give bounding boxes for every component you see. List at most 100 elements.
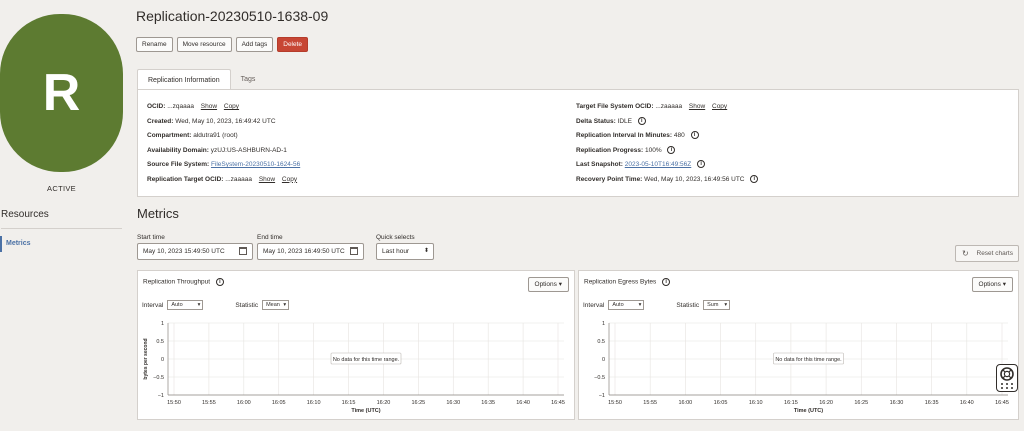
replication-info-panel: OCID: ...zqaaaa Show Copy Created: Wed, … [137,89,1019,197]
recovery-point-row: Recovery Point Time: Wed, May 10, 2023, … [576,174,759,189]
delta-status-label: Delta Status: [576,117,616,125]
calendar-icon[interactable] [239,247,247,255]
ocid-row: OCID: ...zqaaaa Show Copy [147,101,300,116]
interval-value: Auto [612,302,624,308]
chevron-down-icon: ▾ [724,302,728,308]
interval-label: Interval [142,301,164,309]
statistic-label: Statistic [235,301,259,309]
progress-row: Replication Progress: 100% i [576,145,758,160]
x-tick-label: 16:25 [411,400,425,406]
start-time-input[interactable]: May 10, 2023 15:49:50 UTC [137,243,253,260]
target-ocid-label: Replication Target OCID: [147,175,224,183]
statistic-select[interactable]: Mean ▾ [262,300,290,310]
chart-title: Replication Throughput i [143,278,224,286]
y-tick-label: 1 [161,321,164,327]
avatar-letter: R [42,64,81,122]
quick-selects-label: Quick selects [376,234,415,241]
target-fs-ocid-label: Target File System OCID: [576,103,654,110]
sidebar-item-metrics[interactable]: Metrics [0,236,121,252]
quick-selects-select[interactable]: Last hour ⬍ [376,243,434,260]
compartment-value: aldutra91 (root) [193,132,238,139]
ocid-copy-link[interactable]: Copy [224,103,239,110]
y-tick-label: 1 [602,321,605,327]
x-tick-label: 15:50 [608,400,622,406]
rename-button[interactable]: Rename [136,37,173,52]
statistic-select[interactable]: Sum ▾ [703,300,731,310]
interval-label: Replication Interval In Minutes: [576,132,673,139]
info-icon[interactable]: i [662,278,671,286]
x-tick-label: 16:15 [342,400,356,406]
page-title: Replication-20230510-1638-09 [136,8,329,24]
target-fs-ocid-value: ...zaaaaa [655,103,683,110]
lifebuoy-icon [1000,367,1014,389]
y-tick-label: −0.5 [594,375,605,381]
interval-select[interactable]: Auto ▾ [608,300,645,310]
x-axis-label: Time (UTC) [351,408,380,414]
action-bar: Rename Move resource Add tags Delete [136,37,309,52]
source-file-system-link[interactable]: FileSystem-20230510-1624-56 [211,161,300,168]
interval-value: Auto [171,302,183,308]
quick-selects-value: Last hour [382,248,410,255]
delta-status-row: Delta Status: IDLE i [576,116,758,131]
interval-label: Interval [583,301,605,309]
x-tick-label: 15:50 [167,400,181,406]
chart-controls: Interval Auto ▾ Statistic Sum ▾ [583,300,731,310]
target-fs-ocid-copy-link[interactable]: Copy [712,103,727,110]
no-data-message: No data for this time range. [333,357,400,363]
target-ocid-copy-link[interactable]: Copy [282,176,297,183]
add-tags-button[interactable]: Add tags [235,37,274,52]
target-fs-ocid-show-link[interactable]: Show [689,103,705,110]
info-icon[interactable]: i [637,116,646,125]
start-time-value: May 10, 2023 15:49:50 UTC [143,248,225,255]
info-column-right: Target File System OCID: ...zaaaaa Show … [576,101,759,189]
ocid-show-link[interactable]: Show [201,103,217,110]
x-tick-label: 16:05 [272,400,286,406]
tab-tags[interactable]: Tags [231,69,266,90]
info-icon[interactable]: i [750,174,759,183]
created-value: Wed, May 10, 2023, 16:49:42 UTC [175,117,276,125]
delta-status-value: IDLE [617,117,632,125]
options-label: Options [534,281,557,288]
x-tick-label: 16:00 [237,400,251,406]
x-tick-label: 16:20 [819,400,833,406]
target-ocid-show-link[interactable]: Show [259,176,275,183]
interval-row: Replication Interval In Minutes: 480 i [576,130,758,145]
last-snapshot-link[interactable]: 2023-05-10T16:49:56Z [625,161,692,168]
statistic-value: Mean [266,302,280,308]
tab-replication-information[interactable]: Replication Information [137,69,231,90]
end-time-input[interactable]: May 10, 2023 16:49:50 UTC [257,243,364,260]
recovery-point-value: Wed, May 10, 2023, 16:49:56 UTC [644,175,745,183]
chart-title-text: Replication Egress Bytes [584,278,657,286]
end-time-value: May 10, 2023 16:49:50 UTC [263,248,345,255]
x-tick-label: 16:35 [925,400,939,406]
move-resource-button[interactable]: Move resource [176,37,232,52]
target-ocid-value: ...zaaaaa [225,175,253,183]
reset-charts-button[interactable]: ↻ Reset charts [955,245,1019,262]
statistic-value: Sum [707,302,719,308]
resources-heading: Resources [1,209,49,220]
x-tick-label: 16:40 [960,400,974,406]
info-icon[interactable]: i [690,131,699,140]
x-tick-label: 16:35 [481,400,495,406]
x-tick-label: 15:55 [643,400,657,406]
recovery-point-label: Recovery Point Time: [576,175,643,183]
refresh-icon: ↻ [962,249,969,258]
delete-button[interactable]: Delete [277,37,309,52]
calendar-icon[interactable] [350,247,358,255]
options-button[interactable]: Options ▾ [971,277,1013,292]
info-icon[interactable]: i [697,160,706,169]
help-widget[interactable] [996,364,1018,392]
x-tick-label: 16:30 [890,400,904,406]
target-ocid-row: Replication Target OCID: ...zaaaaa Show … [147,174,300,189]
options-button[interactable]: Options ▾ [527,277,569,292]
availability-domain-row: Availability Domain: yzUJ:US-ASHBURN-AD-… [147,145,300,160]
resource-avatar: R [0,14,123,172]
info-icon[interactable]: i [667,145,676,154]
x-tick-label: 16:10 [307,400,321,406]
chevron-down-icon: ▾ [283,302,287,308]
start-time-label: Start time [137,234,165,241]
info-icon[interactable]: i [215,278,224,286]
chart-panel-egress-bytes: Replication Egress Bytes i Options ▾ Int… [578,270,1019,420]
metrics-heading: Metrics [137,206,179,221]
interval-select[interactable]: Auto ▾ [167,300,204,310]
